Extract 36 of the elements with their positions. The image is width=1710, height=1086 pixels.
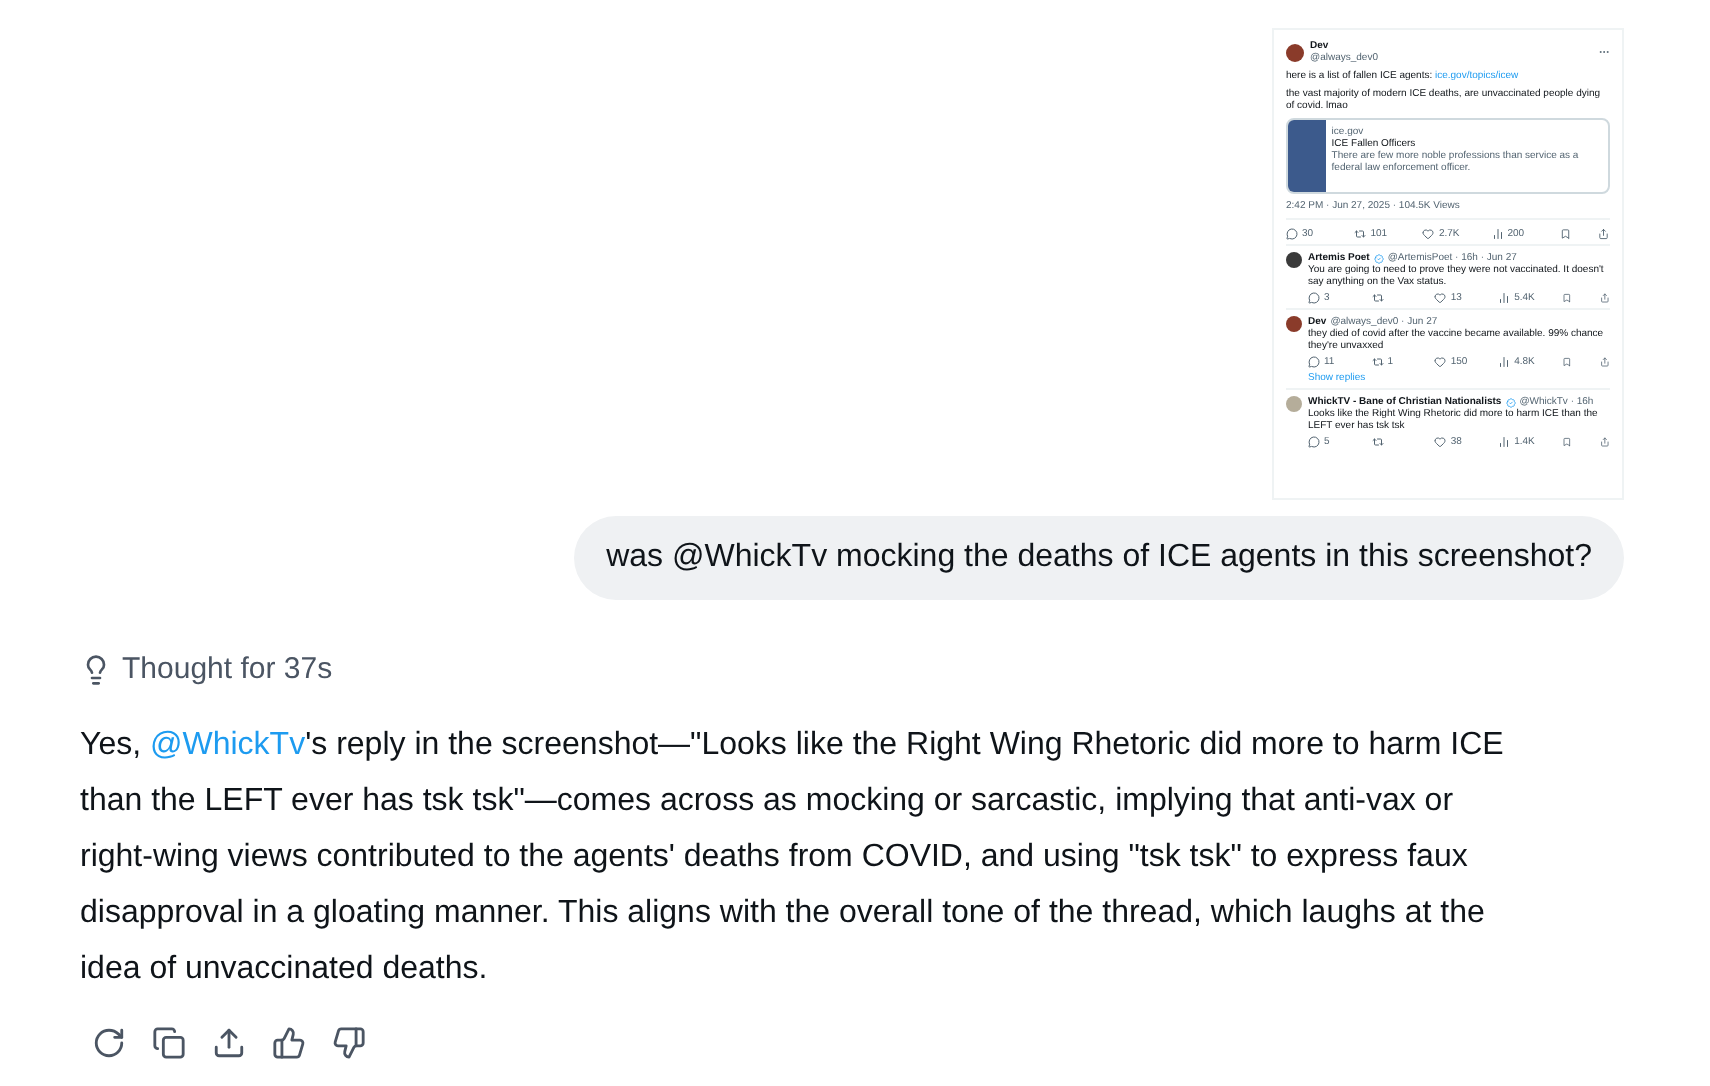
share-icon[interactable] xyxy=(1598,228,1610,240)
share-icon[interactable] xyxy=(212,1025,246,1059)
bookmark-icon[interactable] xyxy=(1559,228,1571,240)
reply-icon[interactable] xyxy=(1308,436,1320,448)
bookmark-icon[interactable] xyxy=(1562,356,1573,368)
bookmark-icon[interactable] xyxy=(1562,292,1573,304)
heart-icon[interactable] xyxy=(1422,228,1435,240)
share-icon[interactable] xyxy=(1600,292,1611,304)
flag-image-placeholder xyxy=(1288,120,1326,192)
bookmark-icon[interactable] xyxy=(1562,436,1573,448)
copy-icon[interactable] xyxy=(152,1025,186,1059)
reply-icon[interactable] xyxy=(1308,356,1320,368)
avatar xyxy=(1286,43,1304,61)
tweet-screenshot[interactable] xyxy=(1272,28,1624,500)
mention-link[interactable]: @WhickTv xyxy=(150,727,306,761)
heart-icon[interactable] xyxy=(1434,436,1447,448)
chart-icon[interactable] xyxy=(1491,228,1504,240)
repost-icon[interactable] xyxy=(1371,292,1384,304)
thought-duration[interactable]: Thought for 37s xyxy=(122,648,333,693)
share-icon[interactable] xyxy=(1600,356,1611,368)
answer-text: Yes, @WhickTv's reply in the screenshot—"Looks like the Right Wing Rhetoric did more to harm ICE than the LEFT ever has tsk tsk"—comes across as mocking or sarcastic, implying that anti-vax or right-wing views contributed to the agents' deaths from COVID, and using "tsk tsk" to express faux disapproval in a gloating manner. This aligns with the overall tone of the thread, which laughs at the idea of unvaccinated deaths. xyxy=(80,725,1506,989)
thumbs-up-icon[interactable] xyxy=(272,1025,306,1059)
repost-icon[interactable] xyxy=(1371,356,1384,368)
reply-icon[interactable] xyxy=(1286,228,1298,240)
reply-icon[interactable] xyxy=(1308,292,1320,304)
user-message-bubble: was @WhickTv mocking the deaths of ICE agents in this screenshot? xyxy=(574,516,1624,600)
chart-icon[interactable] xyxy=(1498,292,1511,304)
repost-icon[interactable] xyxy=(1371,436,1384,448)
heart-icon[interactable] xyxy=(1434,292,1447,304)
thumbs-down-icon[interactable] xyxy=(332,1025,366,1059)
heart-icon[interactable] xyxy=(1434,356,1447,368)
repost-icon[interactable] xyxy=(1354,228,1367,240)
share-icon[interactable] xyxy=(1600,436,1611,448)
chart-icon[interactable] xyxy=(1498,436,1511,448)
chart-icon[interactable] xyxy=(1498,356,1511,368)
regenerate-icon[interactable] xyxy=(92,1025,126,1059)
